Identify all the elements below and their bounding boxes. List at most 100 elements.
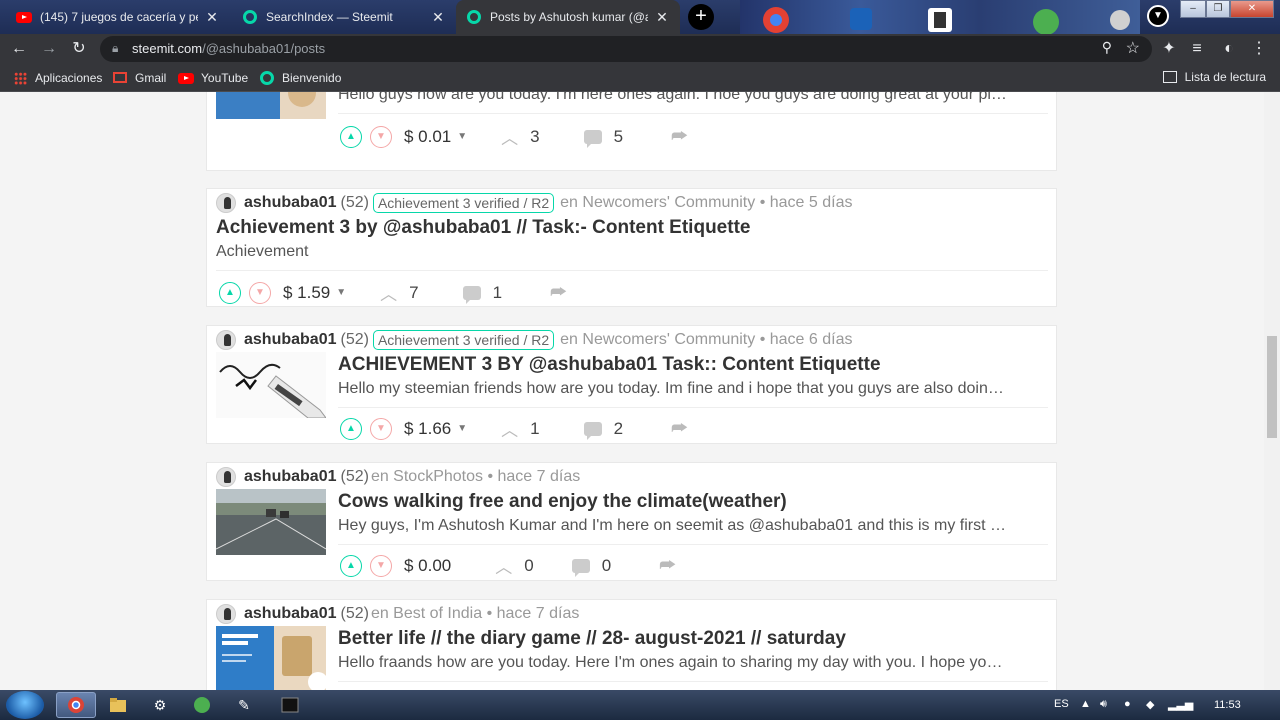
downvote-icon[interactable]: ▼ (370, 125, 392, 148)
windows-taskbar: ⚙ ✎ ES ▲ 🔊︎ ● ◆ ▂▃▅ 11:53 (0, 690, 1280, 720)
post-author-row: ashubaba01 (52) en Best of India • hace … (216, 604, 579, 624)
close-icon[interactable]: ✕ (430, 9, 446, 25)
taskbar-chrome[interactable] (56, 692, 96, 718)
votes-count[interactable]: ︿ 1 (501, 416, 539, 441)
post-title[interactable]: Cows walking free and enjoy the climate(… (338, 491, 787, 513)
downvote-icon[interactable]: ▼ (370, 554, 392, 577)
post-thumbnail-signature[interactable] (216, 352, 326, 418)
upvote-icon[interactable]: ▲ (340, 554, 362, 577)
post-snippet[interactable]: Hello guys how are you today. I'm here o… (338, 92, 1050, 104)
post-title[interactable]: ACHIEVEMENT 3 BY @ashubaba01 Task:: Cont… (338, 354, 881, 376)
community-and-time[interactable]: en Best of India • hace 7 días (371, 605, 579, 623)
utorrent-tray-icon[interactable]: ● (1124, 698, 1131, 710)
taskbar-app-media[interactable] (270, 692, 310, 718)
avatar[interactable] (216, 330, 236, 350)
downvote-icon[interactable]: ▼ (370, 417, 392, 440)
tab-posts-active[interactable]: Posts by Ashutosh kumar (@ashu ✕ (456, 0, 680, 34)
downvote-icon[interactable]: ▼ (249, 281, 271, 304)
volume-icon[interactable]: 🔊︎ (1100, 698, 1107, 711)
avatar[interactable] (216, 467, 236, 487)
profile-avatar-icon[interactable]: ◐ (1218, 38, 1240, 60)
payout-value[interactable]: $ 0.01 (404, 127, 451, 147)
taskbar-app-tool[interactable]: ✎ (224, 692, 264, 718)
media-control-icon[interactable]: ≡ (1186, 38, 1208, 60)
minimize-button[interactable]: ‒ (1180, 0, 1206, 18)
tab-youtube[interactable]: (145) 7 juegos de cacería y pesca ✕ (6, 0, 230, 34)
comments-count[interactable]: 1 (462, 282, 503, 304)
post-title[interactable]: Better life // the diary game // 28- aug… (338, 628, 846, 650)
avatar[interactable] (216, 193, 236, 213)
reload-icon[interactable]: ↻ (68, 38, 90, 60)
tab-searchindex[interactable]: SearchIndex — Steemit ✕ (232, 0, 456, 34)
scrollbar-thumb[interactable] (1267, 336, 1277, 438)
author-name[interactable]: ashubaba01 (244, 468, 336, 486)
comments-count[interactable]: 2 (583, 419, 623, 440)
taskbar-explorer[interactable] (98, 692, 138, 718)
votes-count[interactable]: ︿ 0 (495, 553, 533, 578)
post-snippet[interactable]: Hello fraands how are you today. Here I'… (338, 654, 1050, 672)
address-bar[interactable]: 🔒︎ steemit.com/@ashubaba01/posts ⚲ ☆ (100, 36, 1152, 62)
profile-icon[interactable]: ▼ (1147, 5, 1169, 27)
bookmark-apps[interactable]: Aplicaciones (12, 70, 102, 86)
upvote-icon[interactable]: ▲ (340, 417, 362, 440)
upvote-icon[interactable]: ▲ (340, 125, 362, 148)
post-snippet[interactable]: Hey guys, I'm Ashutosh Kumar and I'm her… (338, 517, 1050, 535)
post-snippet[interactable]: Achievement (216, 243, 1046, 261)
reblog-icon[interactable]: ⮫ (671, 418, 688, 439)
comments-count[interactable]: 5 (583, 127, 623, 148)
page-scrollbar[interactable] (1264, 92, 1280, 690)
bookmark-gmail[interactable]: Gmail (112, 70, 166, 86)
url-host: steemit.com (132, 41, 203, 56)
reblog-icon[interactable]: ⮫ (550, 282, 567, 303)
bookmark-star-icon[interactable]: ☆ (1126, 38, 1140, 58)
post-thumbnail-diary[interactable] (216, 626, 326, 690)
community-and-time[interactable]: en StockPhotos • hace 7 días (371, 468, 580, 486)
votes-count[interactable]: ︿ 3 (501, 124, 539, 149)
payout-value[interactable]: $ 1.59 (283, 283, 330, 303)
bookmark-bienvenido[interactable]: Bienvenido (259, 70, 341, 86)
upvote-icon[interactable]: ▲ (219, 281, 241, 304)
show-hidden-icons-icon[interactable]: ▲ (1080, 698, 1091, 710)
back-arrow-icon[interactable]: ← (8, 38, 30, 60)
start-button[interactable] (6, 691, 44, 719)
window-close-button[interactable]: ✕ (1230, 0, 1274, 18)
post-card: Hello guys how are you today. I'm here o… (206, 92, 1057, 171)
community-and-time[interactable]: en Newcomers' Community • hace 5 días (560, 194, 852, 212)
payout-caret-icon[interactable]: ▼ (457, 423, 467, 434)
bookmark-youtube[interactable]: YouTube (178, 70, 248, 86)
close-icon[interactable]: ✕ (654, 9, 670, 25)
taskbar-app-gear[interactable]: ⚙ (140, 692, 180, 718)
maximize-button[interactable]: ❐ (1206, 0, 1230, 18)
post-title[interactable]: Achievement 3 by @ashubaba01 // Task:- C… (216, 217, 750, 239)
reading-list-button[interactable]: Lista de lectura (1162, 70, 1266, 84)
post-thumbnail-diary[interactable] (216, 92, 326, 119)
tab-title: Posts by Ashutosh kumar (@ashu (490, 10, 648, 24)
comments-number: 1 (492, 282, 503, 302)
post-thumbnail-cows[interactable] (216, 489, 326, 555)
comments-count[interactable]: 0 (571, 556, 611, 577)
forward-arrow-icon[interactable]: → (38, 38, 60, 60)
payout-caret-icon[interactable]: ▼ (457, 131, 467, 142)
taskbar-utorrent[interactable] (182, 692, 222, 718)
author-name[interactable]: ashubaba01 (244, 605, 336, 623)
clock[interactable]: 11:53 (1214, 699, 1241, 711)
payout-value[interactable]: $ 0.00 (404, 556, 451, 576)
avatar[interactable] (216, 604, 236, 624)
close-icon[interactable]: ✕ (204, 9, 220, 25)
extensions-icon[interactable]: ✦ (1158, 38, 1180, 60)
language-indicator[interactable]: ES (1054, 698, 1069, 710)
signal-icon[interactable]: ▂▃▅ (1168, 698, 1193, 711)
post-snippet[interactable]: Hello my steemian friends how are you to… (338, 380, 1050, 398)
reblog-icon[interactable]: ⮫ (659, 555, 676, 576)
votes-count[interactable]: ︿ 7 (380, 280, 418, 305)
payout-caret-icon[interactable]: ▼ (336, 287, 346, 298)
new-tab-button[interactable]: + (688, 4, 714, 30)
network-status-icon[interactable]: ◆ (1146, 698, 1154, 711)
reblog-icon[interactable]: ⮫ (671, 126, 688, 147)
author-name[interactable]: ashubaba01 (244, 331, 336, 349)
menu-kebab-icon[interactable]: ⋮ (1248, 38, 1270, 60)
payout-value[interactable]: $ 1.66 (404, 419, 451, 439)
author-name[interactable]: ashubaba01 (244, 194, 336, 212)
zoom-icon[interactable]: ⚲ (1102, 39, 1112, 56)
community-and-time[interactable]: en Newcomers' Community • hace 6 días (560, 331, 852, 349)
